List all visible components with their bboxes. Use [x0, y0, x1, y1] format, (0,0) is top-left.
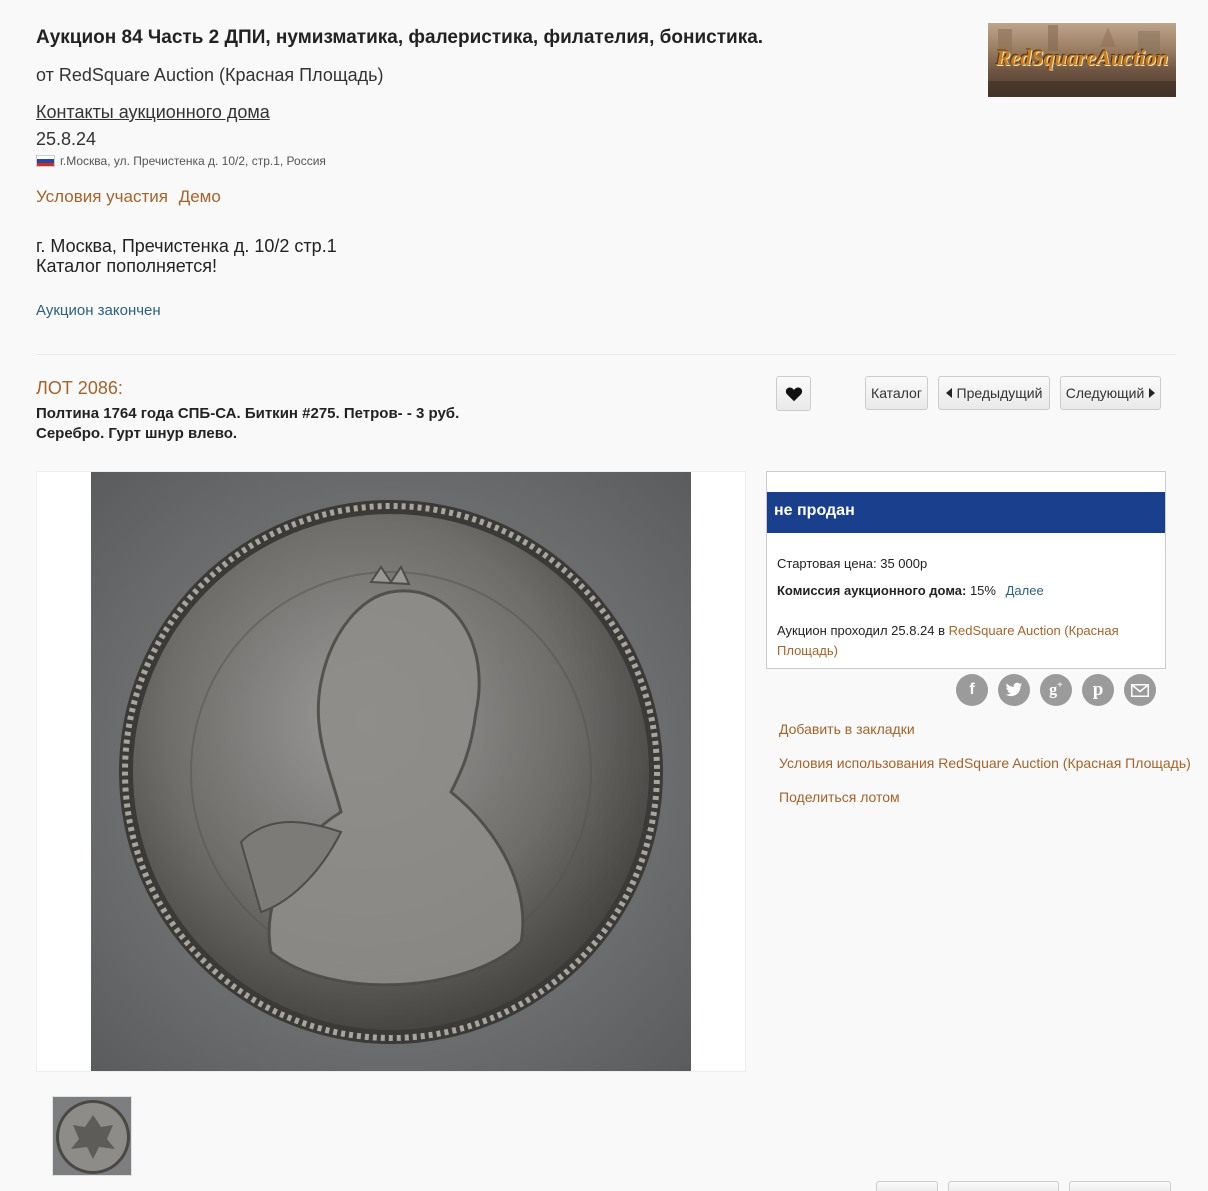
- favorite-button[interactable]: [776, 376, 811, 411]
- google-plus-icon: g+: [1049, 680, 1063, 699]
- google-plus-share-button[interactable]: g+: [1040, 674, 1072, 706]
- share-lot-link[interactable]: Поделиться лотом: [779, 789, 900, 805]
- pinterest-share-button[interactable]: p: [1082, 674, 1114, 706]
- russia-flag-icon: [36, 155, 55, 167]
- conditions-row: Условия участия Демо: [36, 187, 227, 207]
- twitter-icon: [1005, 682, 1023, 697]
- lot-image[interactable]: [91, 472, 691, 1071]
- commission-row: Комиссия аукционного дома: 15% Далее: [777, 583, 1044, 598]
- email-icon: [1131, 683, 1149, 697]
- auction-date: 25.8.24: [36, 129, 97, 149]
- description-line: Каталог пополняется!: [36, 256, 217, 276]
- logo-text: RedSquareAuction: [995, 45, 1169, 70]
- next-button[interactable]: Следующий: [1060, 376, 1161, 410]
- demo-link[interactable]: Демо: [179, 187, 221, 206]
- lot-thumbnail[interactable]: [52, 1096, 132, 1176]
- next-button-label: Следующий: [1065, 385, 1145, 401]
- start-price-label: Стартовая цена:: [777, 556, 877, 571]
- contacts-link[interactable]: Контакты аукционного дома: [36, 102, 270, 123]
- terms-of-use-link[interactable]: Условия использования RedSquare Auction …: [779, 755, 1191, 771]
- description-line: г. Москва, Пречистенка д. 10/2 стр.1: [36, 236, 337, 256]
- pinterest-icon: p: [1092, 679, 1104, 700]
- previous-button[interactable]: Предыдущий: [938, 376, 1050, 410]
- start-price-row: Стартовая цена: 35 000р: [777, 556, 927, 571]
- add-bookmark-link[interactable]: Добавить в закладки: [779, 721, 915, 737]
- catalog-button[interactable]: Каталог: [865, 376, 928, 410]
- lot-status-banner: не продан: [767, 492, 1165, 533]
- auction-house-name: от RedSquare Auction (Красная Площадь): [36, 65, 384, 85]
- bottom-previous-button[interactable]: [948, 1181, 1059, 1191]
- commission-value: 15%: [969, 583, 996, 598]
- address-row: г.Москва, ул. Пречистенка д. 10/2, стр.1…: [36, 154, 326, 168]
- catalog-button-label: Каталог: [871, 385, 922, 401]
- auction-title: Аукцион 84 Часть 2 ДПИ, нумизматика, фал…: [36, 27, 764, 48]
- caret-left-icon: [945, 388, 952, 398]
- lot-title: Полтина 1764 года СПБ-СА. Биткин #275. П…: [36, 405, 460, 442]
- divider: [36, 354, 1176, 355]
- heart-icon: [785, 386, 802, 401]
- auction-held-text: Аукцион проходил 25.8.24 в: [777, 623, 946, 638]
- caret-right-icon: [1149, 388, 1156, 398]
- lot-info-panel: не продан Стартовая цена: 35 000р Комисс…: [766, 471, 1166, 669]
- email-share-button[interactable]: [1124, 674, 1156, 706]
- commission-label: Комиссия аукционного дома:: [777, 583, 967, 598]
- bottom-catalog-button[interactable]: [876, 1181, 938, 1191]
- auction-description: г. Москва, Пречистенка д. 10/2 стр.1 Кат…: [36, 236, 337, 276]
- auction-held-row: Аукцион проходил 25.8.24 в RedSquare Auc…: [777, 621, 1157, 661]
- start-price-value: 35 000р: [880, 556, 928, 571]
- bottom-next-button[interactable]: [1069, 1181, 1171, 1191]
- coin-reverse-thumbnail: [53, 1097, 131, 1175]
- commission-more-link[interactable]: Далее: [1006, 583, 1044, 598]
- auction-status-link[interactable]: Аукцион закончен: [36, 302, 161, 319]
- auction-house-logo[interactable]: RedSquareAuction: [988, 23, 1176, 97]
- twitter-share-button[interactable]: [998, 674, 1030, 706]
- facebook-icon: f: [969, 681, 975, 698]
- address-text: г.Москва, ул. Пречистенка д. 10/2, стр.1…: [60, 154, 326, 168]
- conditions-link[interactable]: Условия участия: [36, 187, 168, 206]
- facebook-share-button[interactable]: f: [956, 674, 988, 706]
- lot-number: ЛОТ 2086:: [36, 378, 123, 398]
- coin-obverse-picture: [91, 472, 691, 1071]
- previous-button-label: Предыдущий: [956, 385, 1043, 401]
